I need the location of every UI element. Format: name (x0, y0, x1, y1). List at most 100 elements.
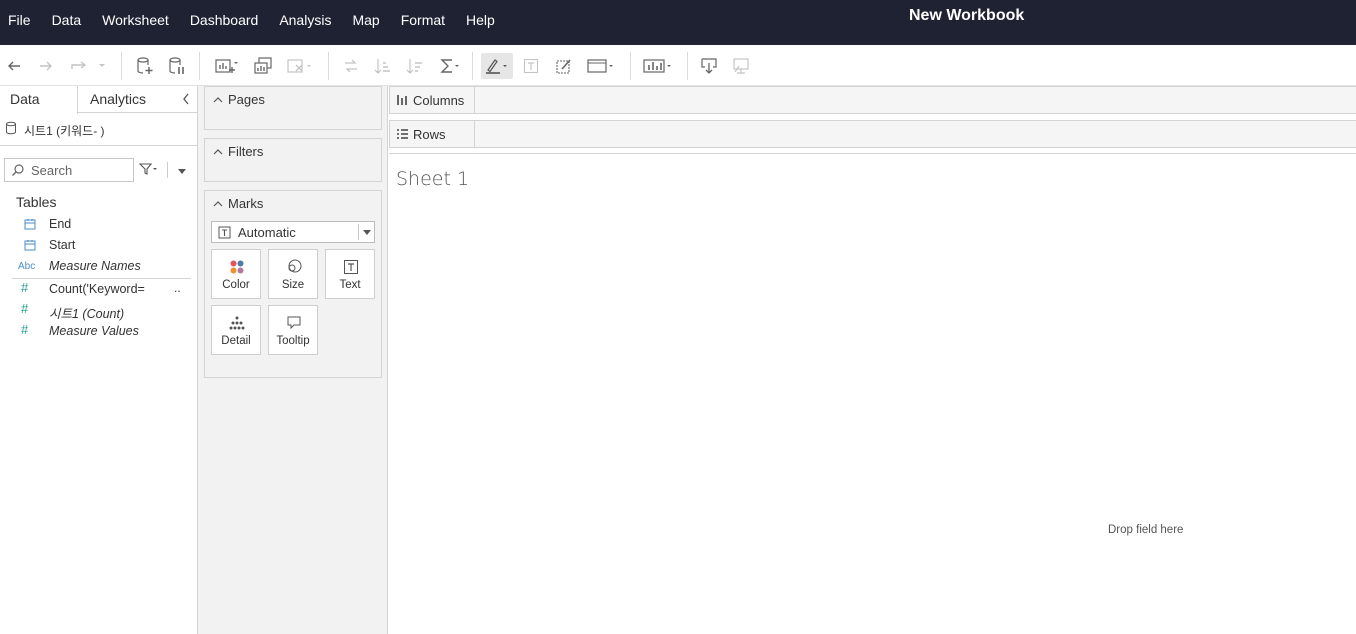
side-tabs: Data Analytics (0, 86, 197, 114)
menu-analysis[interactable]: Analysis (279, 13, 331, 33)
search-input[interactable] (31, 161, 131, 179)
filters-card-title[interactable]: Filters (213, 144, 263, 159)
menu-worksheet[interactable]: Worksheet (102, 13, 169, 33)
columns-icon (397, 95, 407, 105)
detail-label: Detail (221, 335, 251, 347)
marks-card-title[interactable]: Marks (213, 196, 263, 211)
pages-label: Pages (228, 92, 265, 107)
menu-dashboard[interactable]: Dashboard (190, 13, 259, 33)
columns-label: Columns (413, 92, 465, 108)
data-pane-menu-button[interactable] (177, 164, 187, 179)
chevron-up-icon (213, 96, 223, 102)
label-t-icon (523, 58, 539, 74)
download-button[interactable] (698, 53, 720, 79)
format-brush-icon (556, 59, 571, 74)
menu-items: File Data Worksheet Dashboard Analysis M… (0, 0, 516, 45)
columns-shelf-label: Columns (390, 87, 475, 113)
calendar-icon (24, 219, 36, 230)
menu-help[interactable]: Help (466, 13, 495, 33)
sort-ascending-icon (374, 59, 390, 74)
field-item-start[interactable]: Start (0, 235, 197, 256)
sort-descending-icon (406, 59, 422, 74)
columns-shelf[interactable]: Columns (389, 86, 1356, 114)
data-source-item[interactable]: 시트1 (키워드- ) (0, 114, 197, 146)
toolbar (0, 45, 1356, 86)
sheet-title[interactable]: Sheet 1 (396, 168, 469, 190)
hash-icon: # (21, 301, 29, 316)
toolbar-separator (472, 52, 473, 80)
pages-card-title[interactable]: Pages (213, 92, 265, 107)
filters-card[interactable]: Filters (204, 138, 382, 182)
menu-format[interactable]: Format (401, 13, 445, 33)
sigma-icon (440, 59, 459, 73)
text-label: Text (339, 279, 361, 291)
text-button[interactable]: Text (325, 249, 375, 299)
swap-icon (345, 59, 357, 73)
chevron-down-icon (363, 230, 371, 235)
tooltip-button[interactable]: Tooltip (268, 305, 318, 355)
totals-button[interactable] (436, 53, 464, 79)
new-worksheet-icon (215, 59, 238, 73)
toolbar-separator (121, 52, 122, 80)
field-item-measure-names[interactable]: Abc Measure Names (0, 256, 197, 277)
shelves-pane: Pages Filters Marks Automatic Color Size (198, 86, 388, 634)
pages-card[interactable]: Pages (204, 86, 382, 130)
field-item-count-keyword[interactable]: # Count('Keyword= .. (0, 279, 197, 300)
redo-button[interactable] (36, 53, 56, 79)
filter-fields-button[interactable] (138, 162, 161, 179)
rows-shelf-label: Rows (390, 121, 475, 147)
database-pause-icon (169, 57, 184, 74)
field-item-end[interactable]: End (0, 214, 197, 235)
chevron-down-icon (178, 169, 186, 174)
toolbar-separator (687, 52, 688, 80)
menu-data[interactable]: Data (52, 13, 82, 33)
hash-icon: # (21, 322, 29, 337)
field-label: 시트1 (Count) (49, 307, 125, 321)
duplicate-button[interactable] (252, 53, 274, 79)
calendar-icon (24, 240, 36, 251)
new-data-source-button[interactable] (134, 53, 156, 79)
collapse-pane-button[interactable] (181, 92, 191, 109)
swap-button[interactable] (340, 53, 362, 79)
chevron-up-icon (213, 200, 223, 206)
fit-button[interactable] (584, 53, 618, 79)
tab-data[interactable]: Data (0, 86, 78, 114)
toolbar-separator (630, 52, 631, 80)
sort-ascending-button[interactable] (372, 53, 394, 79)
size-button[interactable]: Size (268, 249, 318, 299)
new-worksheet-button[interactable] (212, 53, 240, 79)
download-icon (701, 58, 717, 74)
database-add-icon (137, 57, 153, 74)
mark-type-dropdown[interactable]: Automatic (211, 221, 375, 243)
tab-analytics[interactable]: Analytics (90, 86, 146, 113)
marks-label: Marks (228, 196, 264, 211)
undo-button[interactable] (4, 53, 24, 79)
rows-label: Rows (413, 126, 446, 142)
field-label: Measure Names (49, 259, 141, 273)
view-canvas[interactable]: Sheet 1 Drop field here (389, 153, 1356, 634)
menu-file[interactable]: File (8, 13, 31, 33)
presentation-mode-button[interactable] (730, 53, 752, 79)
field-item-measure-values[interactable]: # Measure Values (0, 321, 197, 342)
rows-shelf[interactable]: Rows (389, 120, 1356, 148)
color-dots-icon (230, 260, 244, 274)
pause-updates-button[interactable] (166, 53, 188, 79)
data-source-name: 시트1 (키워드- ) (24, 124, 105, 138)
field-item-sheet-count[interactable]: # 시트1 (Count) (0, 300, 197, 321)
color-button[interactable]: Color (211, 249, 261, 299)
menu-map[interactable]: Map (352, 13, 379, 33)
sort-descending-button[interactable] (404, 53, 426, 79)
size-label: Size (281, 279, 305, 291)
text-mark-icon (218, 226, 231, 239)
format-workbook-button[interactable] (553, 53, 575, 79)
highlight-button[interactable] (481, 53, 513, 79)
show-me-button[interactable] (640, 53, 676, 79)
drop-field-hint: Drop field here (1108, 524, 1184, 536)
detail-button[interactable]: Detail (211, 305, 261, 355)
filter-icon (138, 163, 157, 175)
replay-button[interactable] (66, 53, 110, 79)
clear-sheet-button[interactable] (284, 53, 316, 79)
show-mark-labels-button[interactable] (521, 53, 541, 79)
hash-icon: # (21, 280, 29, 295)
dropdown-divider (358, 224, 359, 240)
